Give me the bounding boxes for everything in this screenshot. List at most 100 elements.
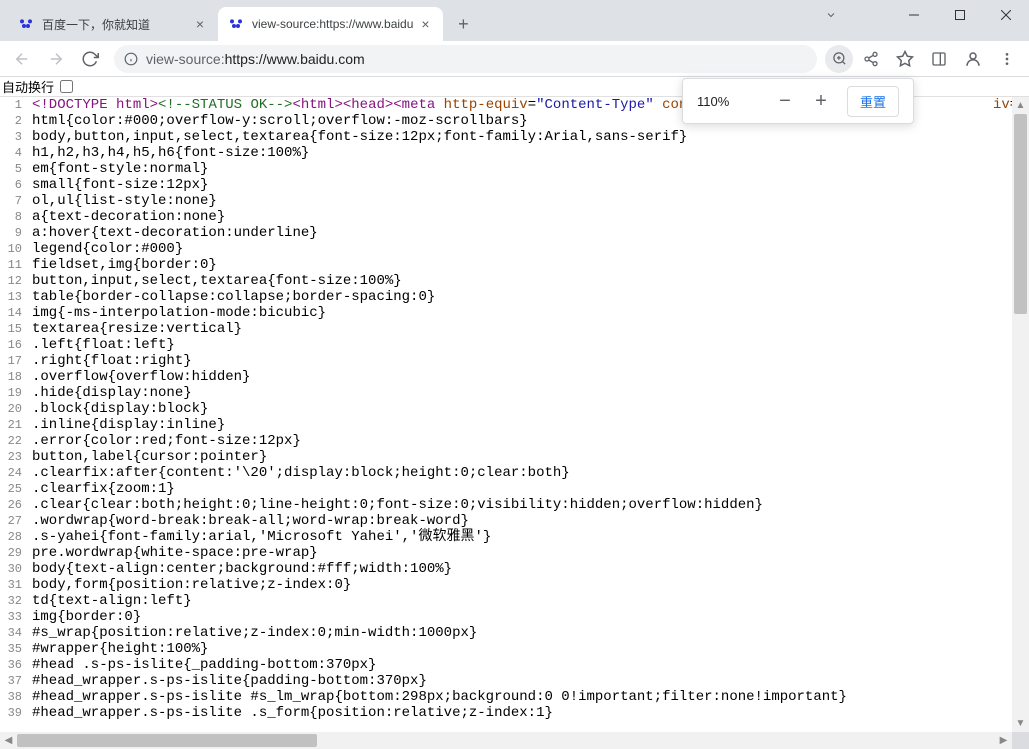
line-number: 7 (0, 193, 28, 209)
source-line[interactable]: body,button,input,select,textarea{font-s… (28, 129, 1029, 145)
side-panel-icon[interactable] (923, 43, 955, 75)
source-line[interactable]: small{font-size:12px} (28, 177, 1029, 193)
zoom-popup: 110% − + 重置 (682, 78, 914, 124)
source-line[interactable]: #head_wrapper.s-ps-islite .s_form{positi… (28, 705, 1029, 721)
baidu-favicon (18, 16, 34, 32)
source-line[interactable]: #s_wrap{position:relative;z-index:0;min-… (28, 625, 1029, 641)
zoom-icon[interactable] (825, 45, 853, 73)
line-number: 10 (0, 241, 28, 257)
close-icon[interactable]: × (417, 16, 433, 32)
tab-title: view-source:https://www.baidu (252, 17, 413, 31)
source-line[interactable]: a{text-decoration:none} (28, 209, 1029, 225)
toolbar: view-source:https://www.baidu.com (0, 41, 1029, 77)
source-line[interactable]: .clearfix{zoom:1} (28, 481, 1029, 497)
vertical-scrollbar[interactable]: ▲ ▼ (1012, 97, 1029, 732)
source-line[interactable]: .error{color:red;font-size:12px} (28, 433, 1029, 449)
line-number: 12 (0, 273, 28, 289)
source-line[interactable]: img{-ms-interpolation-mode:bicubic} (28, 305, 1029, 321)
source-line[interactable]: .left{float:left} (28, 337, 1029, 353)
zoom-out-button[interactable]: − (775, 90, 795, 113)
source-line[interactable]: ol,ul{list-style:none} (28, 193, 1029, 209)
source-line[interactable]: a:hover{text-decoration:underline} (28, 225, 1029, 241)
source-line[interactable]: .inline{display:inline} (28, 417, 1029, 433)
line-number: 5 (0, 161, 28, 177)
close-button[interactable] (983, 0, 1029, 30)
line-number: 8 (0, 209, 28, 225)
window-controls (891, 0, 1029, 30)
source-line[interactable]: #wrapper{height:100%} (28, 641, 1029, 657)
source-view[interactable]: 1<!DOCTYPE html><!--STATUS OK--><html><h… (0, 97, 1029, 749)
reload-button[interactable] (74, 43, 106, 75)
source-line[interactable]: #head_wrapper.s-ps-islite{padding-bottom… (28, 673, 1029, 689)
source-line[interactable]: body{text-align:center;background:#fff;w… (28, 561, 1029, 577)
source-line[interactable]: .block{display:block} (28, 401, 1029, 417)
line-number: 1 (0, 97, 28, 113)
address-text: view-source:https://www.baidu.com (146, 51, 807, 67)
source-line[interactable]: fieldset,img{border:0} (28, 257, 1029, 273)
source-line[interactable]: body,form{position:relative;z-index:0} (28, 577, 1029, 593)
site-info-icon[interactable] (124, 52, 138, 66)
profile-icon[interactable] (957, 43, 989, 75)
source-line[interactable]: button,label{cursor:pointer} (28, 449, 1029, 465)
tabs-dropdown-icon[interactable] (817, 5, 845, 25)
scroll-thumb-vertical[interactable] (1014, 114, 1027, 314)
line-number: 4 (0, 145, 28, 161)
bookmark-icon[interactable] (889, 43, 921, 75)
line-number: 16 (0, 337, 28, 353)
line-number: 30 (0, 561, 28, 577)
auto-wrap-checkbox[interactable] (60, 80, 73, 93)
share-icon[interactable] (855, 43, 887, 75)
line-number: 29 (0, 545, 28, 561)
baidu-favicon (228, 16, 244, 32)
source-line[interactable]: img{border:0} (28, 609, 1029, 625)
source-line[interactable]: .clearfix:after{content:'\20';display:bl… (28, 465, 1029, 481)
line-number: 38 (0, 689, 28, 705)
source-line[interactable]: .hide{display:none} (28, 385, 1029, 401)
back-button[interactable] (6, 43, 38, 75)
source-line[interactable]: #head .s-ps-islite{_padding-bottom:370px… (28, 657, 1029, 673)
minimize-button[interactable] (891, 0, 937, 30)
line-number: 37 (0, 673, 28, 689)
line-number: 19 (0, 385, 28, 401)
source-line[interactable]: button,input,select,textarea{font-size:1… (28, 273, 1029, 289)
line-number: 6 (0, 177, 28, 193)
close-icon[interactable]: × (192, 16, 208, 32)
auto-wrap-label: 自动换行 (2, 77, 54, 96)
tab-strip: 百度一下，你就知道 × view-source:https://www.baid… (0, 0, 477, 41)
source-line[interactable]: #head_wrapper.s-ps-islite #s_lm_wrap{bot… (28, 689, 1029, 705)
line-number: 34 (0, 625, 28, 641)
tab-active[interactable]: view-source:https://www.baidu × (218, 7, 443, 41)
source-line[interactable]: table{border-collapse:collapse;border-sp… (28, 289, 1029, 305)
source-line[interactable]: em{font-style:normal} (28, 161, 1029, 177)
address-bar[interactable]: view-source:https://www.baidu.com (114, 45, 817, 73)
line-number: 20 (0, 401, 28, 417)
zoom-in-button[interactable]: + (811, 90, 831, 113)
source-line[interactable]: textarea{resize:vertical} (28, 321, 1029, 337)
scroll-up-arrow[interactable]: ▲ (1012, 97, 1029, 114)
menu-icon[interactable] (991, 43, 1023, 75)
source-line[interactable]: .wordwrap{word-break:break-all;word-wrap… (28, 513, 1029, 529)
source-line[interactable]: .overflow{overflow:hidden} (28, 369, 1029, 385)
scroll-left-arrow[interactable]: ◀ (0, 732, 17, 749)
forward-button[interactable] (40, 43, 72, 75)
zoom-reset-button[interactable]: 重置 (847, 86, 899, 117)
scroll-thumb-horizontal[interactable] (17, 734, 317, 747)
maximize-button[interactable] (937, 0, 983, 30)
source-line[interactable]: .clear{clear:both;height:0;line-height:0… (28, 497, 1029, 513)
tab-title: 百度一下，你就知道 (42, 16, 188, 33)
tab-inactive[interactable]: 百度一下，你就知道 × (8, 7, 218, 41)
scroll-down-arrow[interactable]: ▼ (1012, 715, 1029, 732)
source-line[interactable]: legend{color:#000} (28, 241, 1029, 257)
source-line[interactable]: td{text-align:left} (28, 593, 1029, 609)
line-number: 35 (0, 641, 28, 657)
source-line[interactable]: .right{float:right} (28, 353, 1029, 369)
new-tab-button[interactable]: + (449, 10, 477, 38)
horizontal-scrollbar[interactable]: ◀ ▶ (0, 732, 1029, 749)
line-number: 17 (0, 353, 28, 369)
line-number: 27 (0, 513, 28, 529)
scroll-corner (1012, 732, 1029, 749)
source-line[interactable]: pre.wordwrap{white-space:pre-wrap} (28, 545, 1029, 561)
source-line[interactable]: .s-yahei{font-family:arial,'Microsoft Ya… (28, 529, 1029, 545)
source-line[interactable]: h1,h2,h3,h4,h5,h6{font-size:100%} (28, 145, 1029, 161)
scroll-right-arrow[interactable]: ▶ (995, 732, 1012, 749)
